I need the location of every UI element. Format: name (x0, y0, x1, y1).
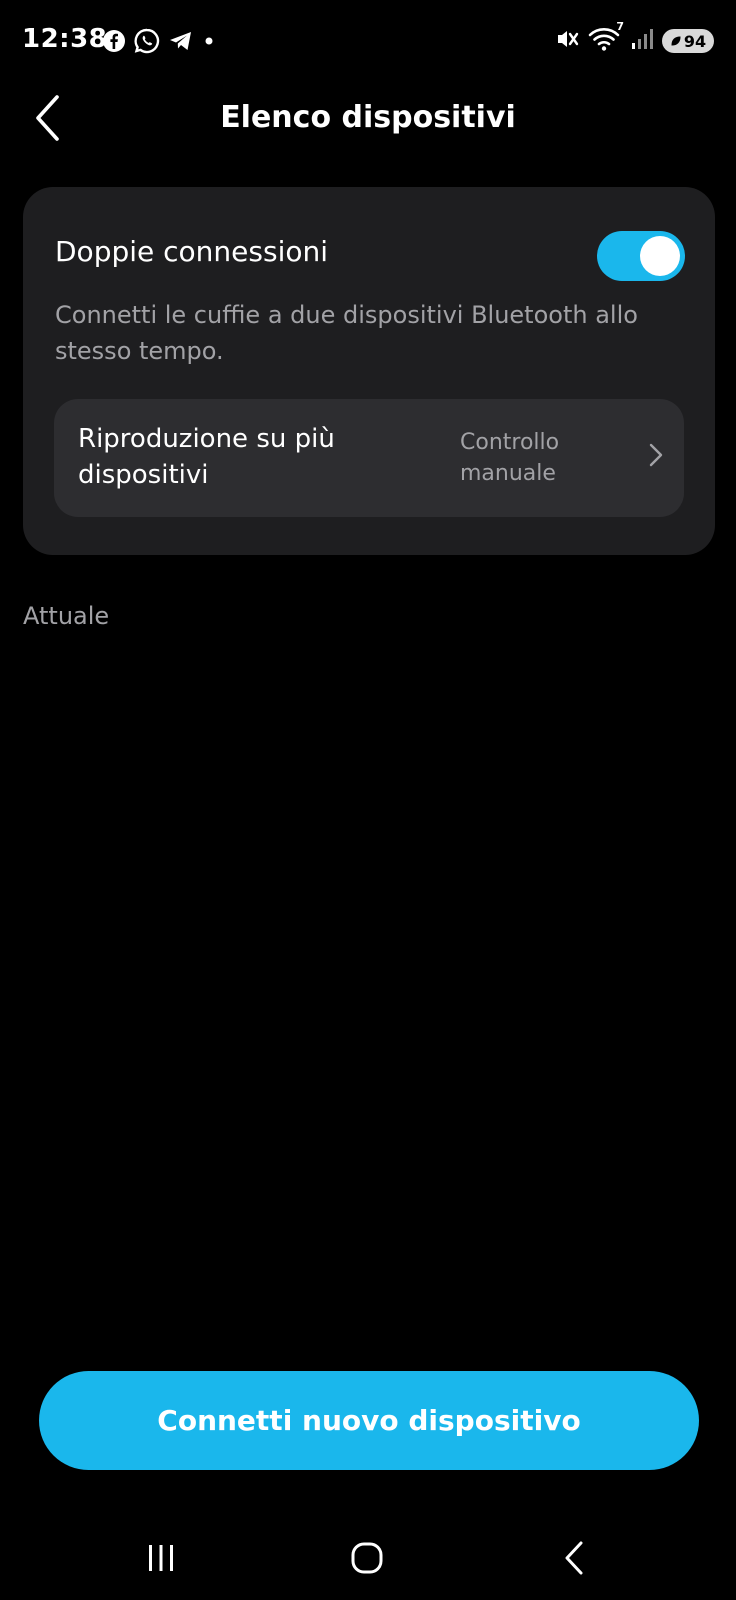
dual-connection-title: Doppie connessioni (55, 235, 328, 268)
mute-vibrate-icon (554, 26, 580, 56)
header: Elenco dispositivi (0, 84, 736, 180)
battery-saver-icon (670, 32, 682, 51)
recents-icon (145, 1542, 177, 1578)
battery-level: 94 (683, 31, 707, 51)
chevron-right-icon (648, 441, 664, 473)
battery-indicator: 94 (662, 29, 714, 53)
status-time: 12:38 (22, 24, 108, 54)
recents-button[interactable] (131, 1538, 191, 1582)
dual-connection-card: Doppie connessioni Connetti le cuffie a … (23, 187, 715, 555)
home-button[interactable] (337, 1538, 397, 1582)
multi-device-playback-row[interactable]: Riproduzione su più dispositivi Controll… (54, 399, 684, 517)
notification-icons (102, 28, 216, 58)
notification-dot-icon (202, 29, 216, 57)
signal-icon (630, 27, 654, 55)
dual-connection-description: Connetti le cuffie a due dispositivi Blu… (55, 301, 638, 365)
page-title: Elenco dispositivi (220, 100, 516, 135)
wifi-icon: 7 (588, 20, 624, 56)
back-icon (562, 1540, 586, 1580)
multi-device-playback-label: Riproduzione su più dispositivi (78, 424, 335, 490)
multi-device-playback-value: Controllo manuale (460, 430, 560, 486)
connect-new-device-button[interactable]: Connetti nuovo dispositivo (39, 1371, 699, 1470)
toggle-knob (640, 236, 680, 276)
facebook-icon (102, 29, 126, 57)
wifi-badge: 7 (616, 20, 624, 33)
system-back-button[interactable] (544, 1538, 604, 1582)
current-section-label: Attuale (23, 602, 110, 630)
system-icons: 7 94 (554, 20, 714, 56)
telegram-icon (168, 29, 194, 57)
dual-connection-toggle[interactable] (597, 231, 685, 281)
navigation-bar (0, 1520, 736, 1600)
whatsapp-icon (134, 28, 160, 58)
status-bar: 12:38 7 94 (0, 0, 736, 84)
home-icon (349, 1540, 385, 1580)
